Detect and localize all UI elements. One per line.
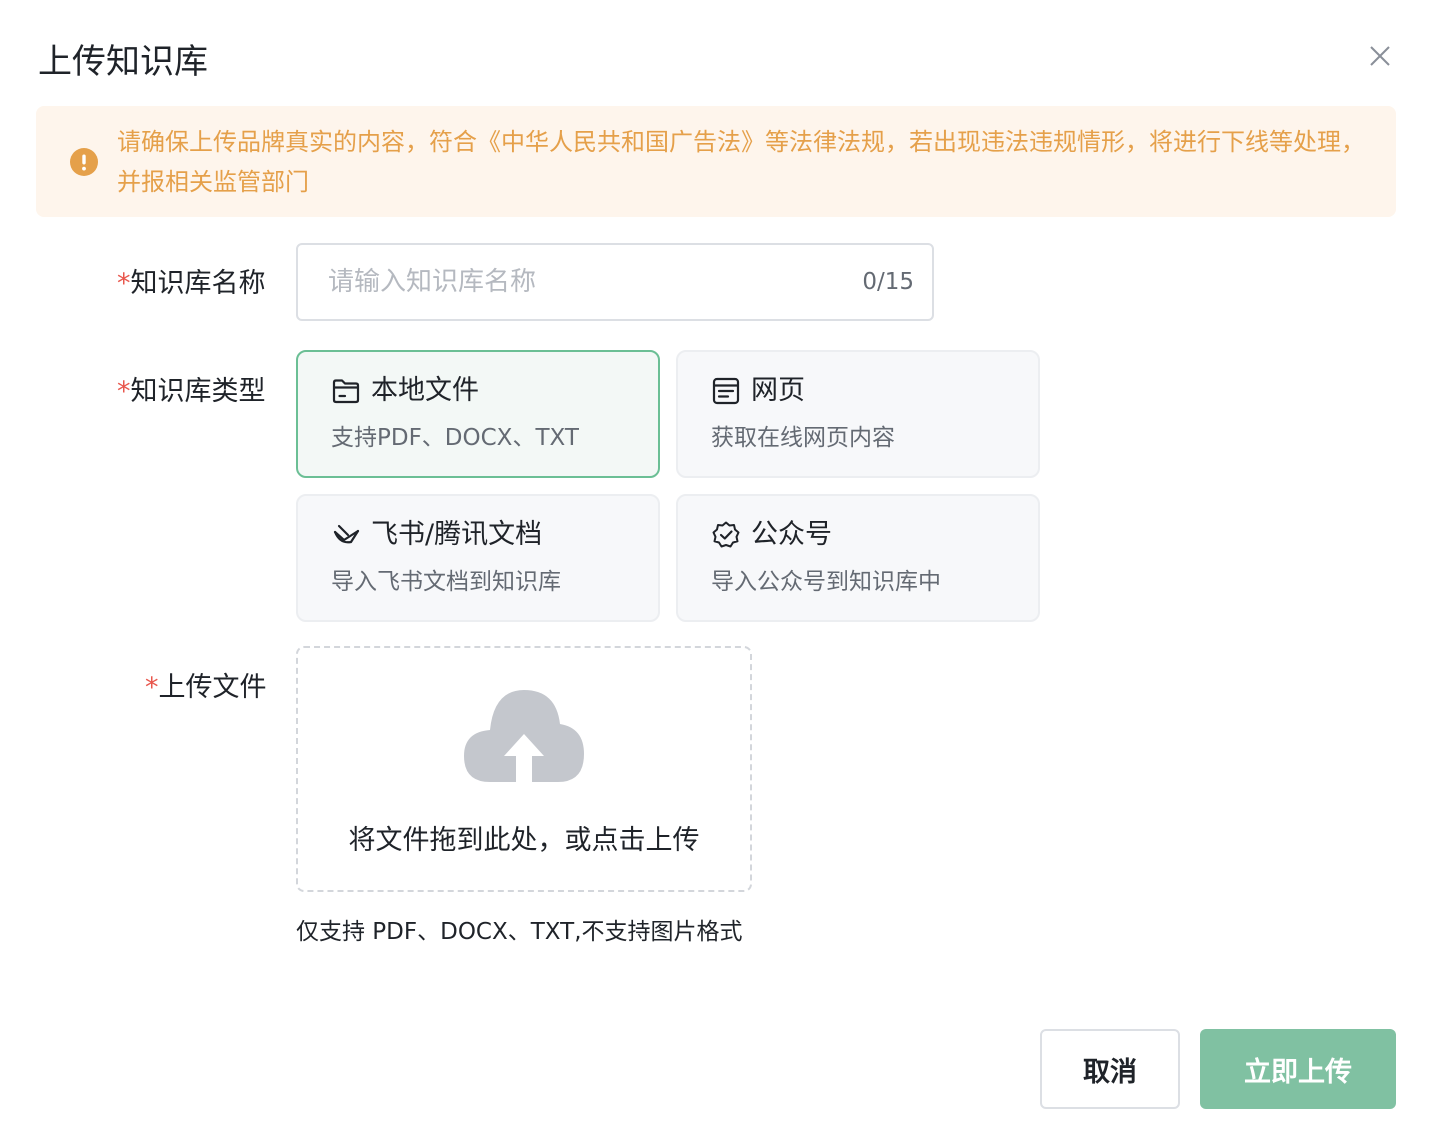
type-option-local-file[interactable]: 本地文件 支持PDF、DOCX、TXT xyxy=(296,350,660,478)
cloud-upload-icon xyxy=(464,690,584,782)
close-icon[interactable] xyxy=(1364,40,1396,72)
feishu-icon xyxy=(333,524,360,544)
name-label-text: 知识库名称 xyxy=(130,268,266,299)
dropzone-text: 将文件拖到此处，或点击上传 xyxy=(348,825,700,856)
badge-check-icon xyxy=(712,521,740,548)
upload-format-hint: 仅支持 PDF、DOCX、TXT,不支持图片格式 xyxy=(296,919,743,945)
type-label-text: 知识库类型 xyxy=(130,376,266,407)
folder-icon xyxy=(332,379,360,404)
option-title: 本地文件 xyxy=(371,375,479,406)
option-title: 飞书/腾讯文档 xyxy=(371,519,543,550)
name-input-box[interactable]: 0/15 xyxy=(296,243,934,321)
option-desc: 获取在线网页内容 xyxy=(711,425,895,451)
type-option-wechat-official[interactable]: 公众号 导入公众号到知识库中 xyxy=(676,494,1040,622)
knowledge-base-name-input[interactable] xyxy=(328,245,828,319)
name-field-label: *知识库名称 xyxy=(117,266,266,302)
option-title: 公众号 xyxy=(751,519,832,550)
upload-knowledge-base-dialog: 上传知识库 请确保上传品牌真实的内容，符合《中华人民共和国广告法》等法律法规，若… xyxy=(0,0,1434,1144)
type-option-feishu-tencent[interactable]: 飞书/腾讯文档 导入飞书文档到知识库 xyxy=(296,494,660,622)
file-dropzone[interactable]: 将文件拖到此处，或点击上传 xyxy=(296,646,752,892)
upload-now-button[interactable]: 立即上传 xyxy=(1200,1029,1396,1109)
option-title: 网页 xyxy=(751,375,805,406)
upload-label-text: 上传文件 xyxy=(158,672,267,703)
cancel-button[interactable]: 取消 xyxy=(1040,1029,1180,1109)
option-desc: 支持PDF、DOCX、TXT xyxy=(331,425,579,451)
warning-icon xyxy=(70,148,98,176)
option-desc: 导入飞书文档到知识库 xyxy=(331,569,561,595)
dialog-title: 上传知识库 xyxy=(38,42,208,82)
required-mark: * xyxy=(117,376,131,407)
upload-field-label: *上传文件 xyxy=(145,670,267,706)
char-counter: 0/15 xyxy=(862,269,914,295)
type-option-webpage[interactable]: 网页 获取在线网页内容 xyxy=(676,350,1040,478)
type-field-label: *知识库类型 xyxy=(117,374,266,410)
option-desc: 导入公众号到知识库中 xyxy=(711,569,941,595)
required-mark: * xyxy=(117,268,131,299)
alert-message: 请确保上传品牌真实的内容，符合《中华人民共和国广告法》等法律法规，若出现违法违规… xyxy=(117,128,1365,196)
required-mark: * xyxy=(145,672,159,703)
webpage-icon xyxy=(712,377,740,405)
